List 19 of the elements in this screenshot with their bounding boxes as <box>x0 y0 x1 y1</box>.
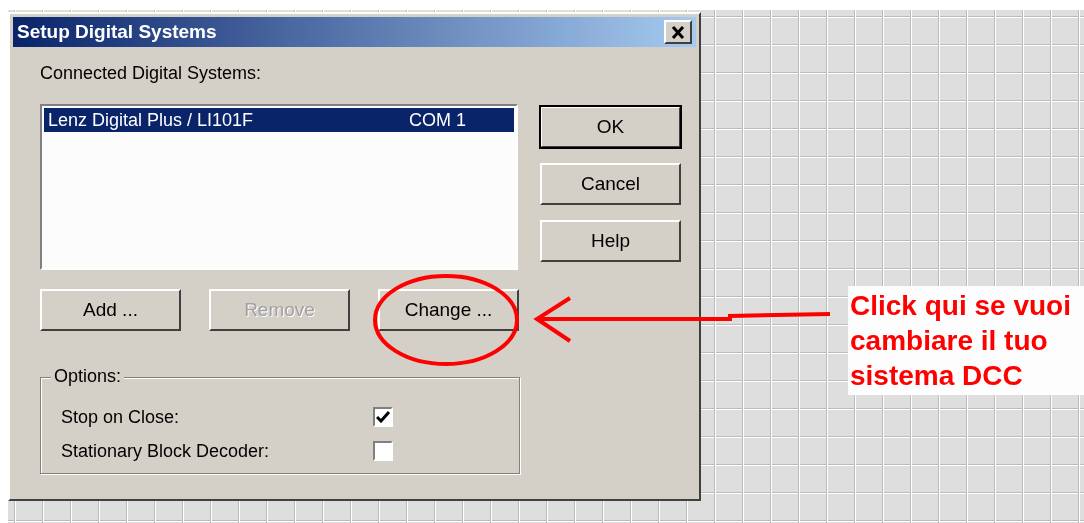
dialog-button[interactable]: OK <box>540 106 681 148</box>
list-button[interactable]: Add ... <box>40 289 181 331</box>
group-title: Options: <box>51 366 125 387</box>
checkbox[interactable] <box>373 441 393 461</box>
dialog-button[interactable]: Cancel <box>540 163 681 205</box>
close-icon <box>671 25 685 39</box>
window-title: Setup Digital Systems <box>17 21 217 43</box>
annotation-text: Click qui se vuoi cambiare il tuo sistema DCC <box>848 286 1084 395</box>
option-label: Stop on Close: <box>61 406 181 428</box>
system-row[interactable]: Lenz Digital Plus / LI101F COM 1 <box>44 108 514 132</box>
option-label: Stationary Block Decoder: <box>61 440 271 462</box>
checkbox[interactable] <box>373 407 393 427</box>
dialog-button[interactable]: Help <box>540 220 681 262</box>
close-button[interactable] <box>664 20 692 44</box>
systems-label: Connected Digital Systems: <box>40 63 263 84</box>
system-port: COM 1 <box>409 109 466 131</box>
systems-list[interactable]: Lenz Digital Plus / LI101F COM 1 <box>40 104 518 270</box>
system-name: Lenz Digital Plus / LI101F <box>48 109 254 131</box>
list-button[interactable]: Change ... <box>378 289 519 331</box>
